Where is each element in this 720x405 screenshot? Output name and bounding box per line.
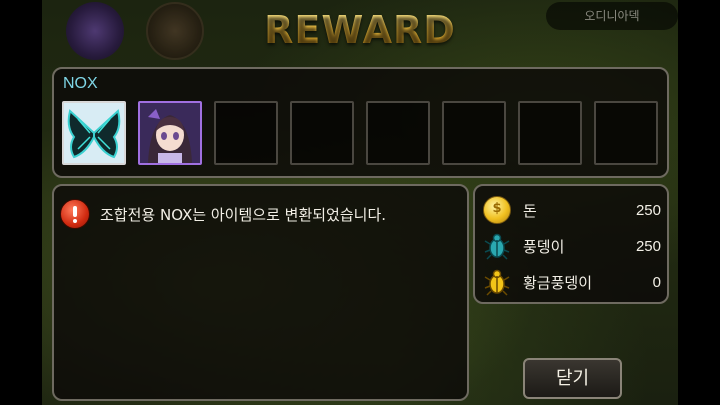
letterbox-right [678, 0, 720, 405]
item-slot-empty [594, 101, 658, 165]
gold-coin-icon [483, 196, 511, 224]
item-slot-empty [518, 101, 582, 165]
message-row: 조합전용 NOX는 아이템으로 변환되었습니다. [60, 199, 386, 229]
resource-label: 풍뎅이 [523, 237, 565, 256]
resource-value: 250 [635, 201, 661, 219]
item-slot-empty [366, 101, 430, 165]
nox-character-portrait [140, 103, 200, 163]
resource-value: 0 [652, 273, 661, 291]
message-text: 조합전용 NOX는 아이템으로 변환되었습니다. [100, 205, 387, 224]
resource-row-beetle: 풍뎅이 250 [483, 232, 661, 260]
message-panel: 조합전용 NOX는 아이템으로 변환되었습니다. [52, 184, 469, 401]
item-slot-empty [214, 101, 278, 165]
butterfly-wings-icon [64, 103, 124, 163]
resources-panel: 돈 250 풍뎅이 250 황금풍뎅이 0 [473, 184, 669, 304]
reward-title: REWARD [0, 8, 720, 52]
close-button[interactable]: 닫기 [523, 358, 622, 399]
resource-row-gold-beetle: 황금풍뎅이 0 [483, 268, 661, 296]
items-panel-label: NOX [63, 75, 98, 92]
item-slot-empty [290, 101, 354, 165]
gold-beetle-icon [483, 268, 511, 296]
resource-value: 250 [635, 237, 661, 255]
resource-row-money: 돈 250 [483, 196, 661, 224]
item-slot-character[interactable] [138, 101, 202, 165]
item-slots [62, 101, 658, 165]
item-slot-empty [442, 101, 506, 165]
alert-exclamation-icon [60, 199, 90, 229]
blue-beetle-icon [483, 232, 511, 260]
letterbox-left [0, 0, 42, 405]
reward-items-panel: NOX [52, 67, 669, 178]
resource-label: 황금풍뎅이 [523, 273, 593, 292]
resource-label: 돈 [523, 201, 537, 220]
item-slot-butterfly[interactable] [62, 101, 126, 165]
